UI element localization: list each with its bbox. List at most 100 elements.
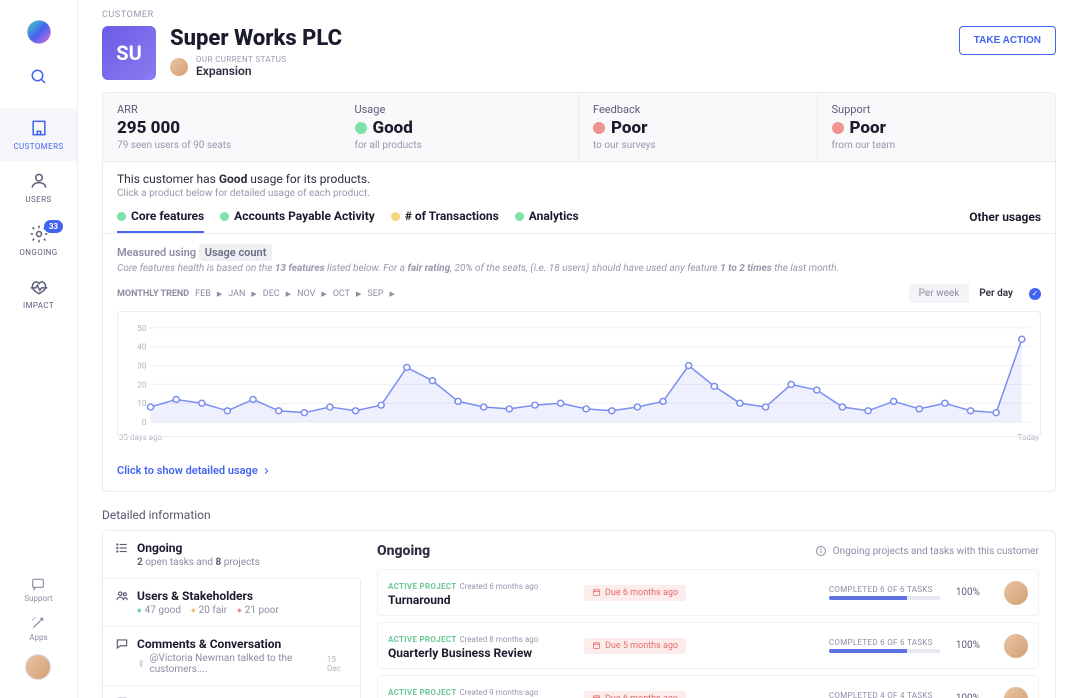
project-row[interactable]: ACTIVE PROJECT Created 6 months ago Turn… — [377, 569, 1039, 616]
svg-text:10: 10 — [137, 399, 147, 408]
show-detailed-usage-link[interactable]: Click to show detailed usage — [103, 454, 1055, 491]
measured-using: Measured using Usage count — [117, 246, 1041, 259]
due-badge: Due 6 months ago — [584, 585, 686, 601]
metric-support[interactable]: Support Poor from our team — [818, 93, 1056, 161]
svg-text:50: 50 — [137, 324, 147, 333]
month-nav[interactable]: SEP — [367, 289, 383, 299]
project-percent: 100% — [956, 640, 980, 651]
project-owner-avatar[interactable] — [1004, 581, 1028, 605]
month-nav[interactable]: JAN — [228, 289, 245, 299]
check-icon: ✓ — [1029, 288, 1041, 300]
month-nav[interactable]: OCT — [333, 289, 350, 299]
per-day-button[interactable]: Per day — [969, 284, 1023, 303]
project-owner-avatar[interactable] — [1004, 634, 1028, 658]
project-percent: 100% — [956, 693, 980, 698]
project-row[interactable]: ACTIVE PROJECT Created 8 months ago Quar… — [377, 622, 1039, 669]
monthly-trend-nav: MONTHLY TREND FEB▶JAN▶DEC▶NOV▶OCT▶SEP▶ — [117, 289, 395, 299]
heart-pulse-icon — [29, 277, 49, 297]
calendar-icon — [592, 694, 601, 698]
month-nav[interactable]: FEB — [195, 289, 211, 299]
other-usages-link[interactable]: Other usages — [969, 210, 1041, 232]
nav-ongoing[interactable]: ONGOING 33 — [0, 214, 77, 267]
customer-name: Super Works PLC — [170, 26, 342, 51]
metric-label: Feedback — [593, 103, 803, 116]
product-tab[interactable]: Analytics — [515, 209, 579, 233]
project-name: Turnaround — [388, 593, 568, 607]
customer-logo: SU — [102, 26, 156, 80]
chart-period-toggle: Per week Per day ✓ — [909, 284, 1041, 303]
nav-label: USERS — [25, 195, 51, 204]
metrics-card: ARR 295 000 79 seen users of 90 seatsUsa… — [102, 92, 1056, 492]
project-row[interactable]: ACTIVE PROJECT Created 9 months ago Quar… — [377, 675, 1039, 698]
product-tab[interactable]: Core features — [117, 209, 204, 233]
building-icon — [29, 118, 49, 138]
list-icon — [115, 541, 129, 555]
metric-feedback[interactable]: Feedback Poor to our surveys — [579, 93, 818, 161]
svg-text:30: 30 — [137, 362, 147, 371]
svg-text:20: 20 — [137, 380, 147, 389]
metric-label: Usage — [355, 103, 565, 116]
status-dot — [117, 212, 126, 221]
metric-sub: from our team — [832, 140, 1042, 151]
pin-icon — [137, 659, 146, 669]
nav-label: Apps — [29, 633, 47, 642]
nav-support[interactable]: Support — [24, 576, 52, 603]
product-tab[interactable]: # of Transactions — [391, 209, 499, 233]
nav-label: Support — [24, 594, 52, 603]
svg-text:40: 40 — [137, 343, 147, 352]
detailed-info: Ongoing 2 open tasks and 8 projects User… — [102, 530, 1056, 698]
project-created: Created 8 months ago — [459, 635, 538, 644]
metric-arr[interactable]: ARR 295 000 79 seen users of 90 seats — [103, 93, 341, 161]
nav-label: CUSTOMERS — [13, 142, 63, 151]
product-tab[interactable]: Accounts Payable Activity — [220, 209, 375, 233]
sidebar: CUSTOMERS USERS ONGOING 33 IMPACT Suppor… — [0, 0, 78, 698]
chevron-right-icon: ▶ — [217, 290, 222, 298]
nav-apps[interactable]: Apps — [29, 615, 47, 642]
metric-sub: to our surveys — [593, 140, 803, 151]
per-week-button[interactable]: Per week — [909, 284, 970, 303]
metric-usage[interactable]: Usage Good for all products — [341, 93, 580, 161]
project-progress: COMPLETED 4 OF 4 TASKS — [829, 691, 940, 698]
status-label: OUR CURRENT STATUS — [196, 55, 286, 64]
detail-history[interactable]: History Project Onboarding - High Touch … — [103, 686, 360, 698]
project-progress: COMPLETED 6 OF 6 TASKS — [829, 585, 940, 600]
app-logo — [25, 18, 53, 46]
nav-customers[interactable]: CUSTOMERS — [0, 108, 77, 161]
info-icon — [815, 545, 827, 557]
search-icon[interactable] — [30, 68, 48, 86]
project-percent: 100% — [956, 587, 980, 598]
user-avatar[interactable] — [25, 654, 51, 680]
breadcrumb: CUSTOMER — [102, 0, 1056, 26]
customer-header: SU Super Works PLC OUR CURRENT STATUS Ex… — [102, 26, 1056, 80]
project-created: Created 9 months ago — [459, 688, 538, 697]
project-type: ACTIVE PROJECT — [388, 635, 456, 644]
chevron-right-icon: ▶ — [286, 290, 291, 298]
usage-chart: 01020304050 — [117, 311, 1041, 437]
metric-value: 295 000 — [117, 118, 327, 138]
detail-content-title: Ongoing — [377, 543, 430, 559]
status-dot — [355, 122, 367, 134]
project-progress: COMPLETED 6 OF 6 TASKS — [829, 638, 940, 653]
project-owner-avatar[interactable] — [1004, 687, 1028, 698]
nav-label: IMPACT — [23, 301, 54, 310]
nav-users[interactable]: USERS — [0, 161, 77, 214]
take-action-button[interactable]: TAKE ACTION — [959, 26, 1056, 55]
month-nav[interactable]: DEC — [263, 289, 280, 299]
detail-users[interactable]: Users & Stakeholders 47 good 20 fair 21 … — [103, 579, 360, 627]
detail-sidebar: Ongoing 2 open tasks and 8 projects User… — [103, 531, 361, 698]
detail-ongoing[interactable]: Ongoing 2 open tasks and 8 projects — [103, 531, 360, 579]
metric-sub: for all products — [355, 140, 565, 151]
metric-value: Poor — [593, 118, 803, 138]
wand-icon — [30, 615, 46, 631]
main-content: CUSTOMER SU Super Works PLC OUR CURRENT … — [78, 0, 1080, 698]
metric-value: Poor — [832, 118, 1042, 138]
nav-impact[interactable]: IMPACT — [0, 267, 77, 320]
detail-conversation[interactable]: Comments & Conversation @Victoria Newman… — [103, 627, 360, 686]
month-nav[interactable]: NOV — [297, 289, 315, 299]
metric-sub: 79 seen users of 90 seats — [117, 140, 327, 151]
project-created: Created 6 months ago — [459, 582, 538, 591]
status-dot — [391, 212, 400, 221]
status-value: Expansion — [196, 64, 286, 78]
chat-icon — [30, 576, 46, 592]
user-icon — [29, 171, 49, 191]
